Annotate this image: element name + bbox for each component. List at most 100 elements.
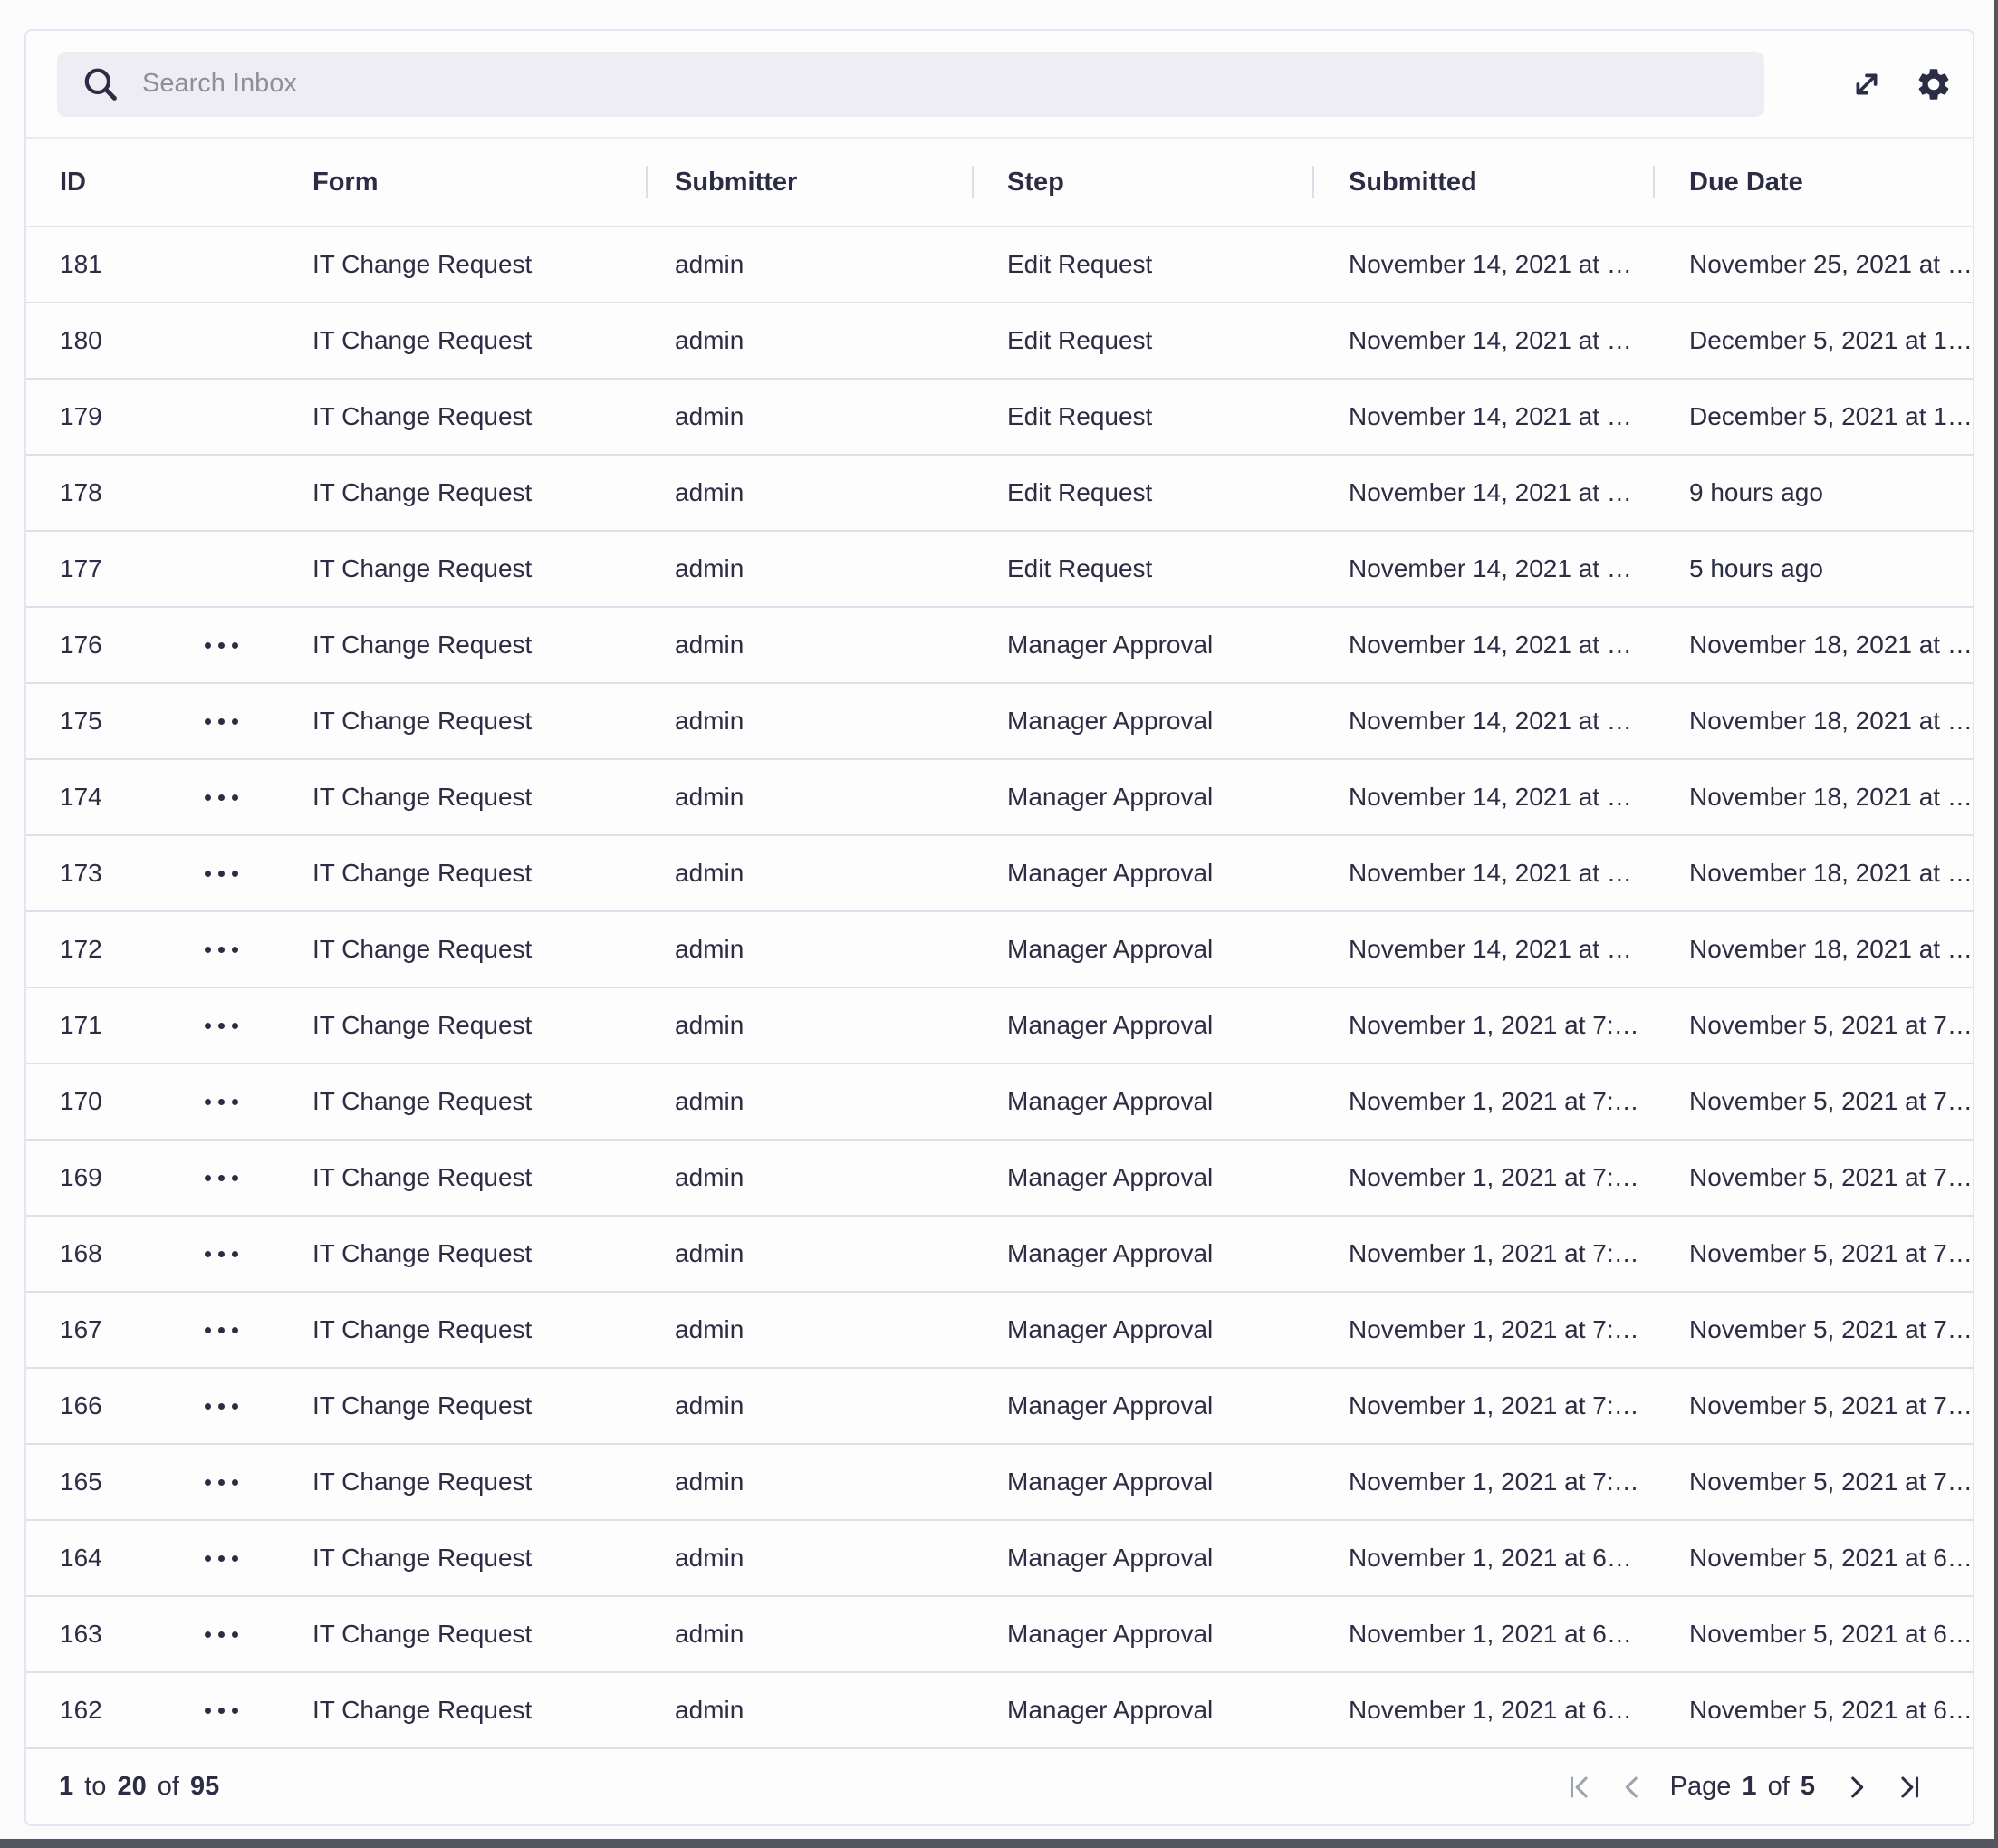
- ellipsis-icon: [231, 1478, 238, 1486]
- row-menu-button[interactable]: [197, 939, 245, 960]
- row-menu-button[interactable]: [197, 1244, 245, 1265]
- column-header-due-date[interactable]: Due Date: [1653, 139, 1973, 226]
- row-menu-button[interactable]: [197, 787, 245, 808]
- ellipsis-icon: [217, 1098, 225, 1105]
- cell-id: 180: [60, 326, 102, 354]
- table-row[interactable]: 173 IT Change Request admin Manager Appr…: [26, 836, 1973, 912]
- table-row[interactable]: 175 IT Change Request admin Manager Appr…: [26, 684, 1973, 760]
- cell-form: IT Change Request: [312, 478, 533, 506]
- cell-form: IT Change Request: [312, 1620, 533, 1648]
- ellipsis-icon: [204, 870, 211, 877]
- last-page-button[interactable]: [1888, 1766, 1931, 1809]
- row-menu-cell: [171, 912, 271, 987]
- search-input-wrapper[interactable]: [57, 51, 1764, 117]
- next-page-button[interactable]: [1835, 1766, 1878, 1809]
- settings-button[interactable]: [1907, 58, 1960, 111]
- column-header-submitted[interactable]: Submitted: [1312, 139, 1653, 226]
- table-row[interactable]: 166 IT Change Request admin Manager Appr…: [26, 1369, 1973, 1445]
- cell-form: IT Change Request: [312, 1163, 533, 1191]
- page-total: 5: [1800, 1772, 1815, 1801]
- ellipsis-icon: [204, 1250, 211, 1257]
- search-input[interactable]: [140, 68, 1741, 100]
- prev-page-button[interactable]: [1610, 1766, 1654, 1809]
- ellipsis-icon: [231, 641, 238, 649]
- ellipsis-icon: [231, 1326, 238, 1333]
- cell-submitted: November 14, 2021 at …: [1349, 935, 1632, 963]
- row-menu-button[interactable]: [197, 1015, 245, 1036]
- cell-due-date: December 5, 2021 at 1…: [1689, 402, 1973, 430]
- cell-form: IT Change Request: [312, 1544, 533, 1572]
- row-menu-button[interactable]: [197, 1624, 245, 1645]
- cell-submitter: admin: [675, 1239, 744, 1267]
- row-menu-button[interactable]: [197, 1092, 245, 1112]
- window-bottom-edge: [0, 1839, 1998, 1848]
- table-row[interactable]: 179 IT Change Request admin Edit Request…: [26, 380, 1973, 456]
- cell-step: Manager Approval: [1007, 1391, 1214, 1420]
- row-menu-button[interactable]: [197, 1396, 245, 1417]
- ellipsis-icon: [217, 1707, 225, 1714]
- table-row[interactable]: 163 IT Change Request admin Manager Appr…: [26, 1597, 1973, 1673]
- table-row[interactable]: 169 IT Change Request admin Manager Appr…: [26, 1141, 1973, 1217]
- cell-due-date: November 5, 2021 at 6…: [1689, 1620, 1973, 1648]
- cell-id: 168: [60, 1239, 102, 1267]
- row-menu-button[interactable]: [197, 1472, 245, 1493]
- column-header-id[interactable]: ID: [26, 139, 171, 226]
- row-menu-button[interactable]: [197, 863, 245, 884]
- row-menu-button[interactable]: [197, 711, 245, 732]
- cell-step: Manager Approval: [1007, 1087, 1214, 1115]
- row-menu-cell: [171, 836, 271, 910]
- first-page-button[interactable]: [1558, 1766, 1601, 1809]
- row-menu-cell: [171, 1673, 271, 1747]
- table-row[interactable]: 176 IT Change Request admin Manager Appr…: [26, 608, 1973, 684]
- row-menu-button[interactable]: [197, 1168, 245, 1189]
- table-row[interactable]: 181 IT Change Request admin Edit Request…: [26, 227, 1973, 303]
- cell-submitted: November 1, 2021 at 7:…: [1349, 1468, 1639, 1496]
- column-header-submitter[interactable]: Submitter: [646, 139, 972, 226]
- table-row[interactable]: 178 IT Change Request admin Edit Request…: [26, 456, 1973, 532]
- expand-button[interactable]: [1840, 58, 1893, 111]
- ellipsis-icon: [217, 1250, 225, 1257]
- table-row[interactable]: 164 IT Change Request admin Manager Appr…: [26, 1521, 1973, 1597]
- table-row[interactable]: 167 IT Change Request admin Manager Appr…: [26, 1293, 1973, 1369]
- cell-submitter: admin: [675, 1468, 744, 1496]
- cell-step: Manager Approval: [1007, 1315, 1214, 1343]
- cell-step: Edit Request: [1007, 250, 1153, 278]
- ellipsis-icon: [217, 1631, 225, 1638]
- row-menu-button[interactable]: [197, 1320, 245, 1341]
- cell-form: IT Change Request: [312, 783, 533, 811]
- table-row[interactable]: 180 IT Change Request admin Edit Request…: [26, 303, 1973, 380]
- cell-id: 163: [60, 1620, 102, 1648]
- cell-step: Edit Request: [1007, 554, 1153, 582]
- row-menu-cell: [171, 532, 271, 606]
- column-header-form[interactable]: Form: [271, 139, 646, 226]
- table-row[interactable]: 174 IT Change Request admin Manager Appr…: [26, 760, 1973, 836]
- row-menu-cell: [171, 760, 271, 834]
- table-row[interactable]: 168 IT Change Request admin Manager Appr…: [26, 1217, 1973, 1293]
- row-menu-button[interactable]: [197, 1548, 245, 1569]
- row-menu-cell: [171, 1293, 271, 1367]
- table-row[interactable]: 171 IT Change Request admin Manager Appr…: [26, 988, 1973, 1064]
- table-row[interactable]: 162 IT Change Request admin Manager Appr…: [26, 1673, 1973, 1749]
- cell-step: Manager Approval: [1007, 1620, 1214, 1648]
- ellipsis-icon: [204, 1022, 211, 1029]
- cell-form: IT Change Request: [312, 554, 533, 582]
- table-row[interactable]: 170 IT Change Request admin Manager Appr…: [26, 1064, 1973, 1141]
- page-label: Page: [1669, 1772, 1732, 1801]
- row-menu-button[interactable]: [197, 1700, 245, 1721]
- table-row[interactable]: 165 IT Change Request admin Manager Appr…: [26, 1445, 1973, 1521]
- inbox-panel: ID Form Submitter Step Submitted Due Dat…: [24, 29, 1974, 1826]
- cell-due-date: November 5, 2021 at 7…: [1689, 1087, 1973, 1115]
- cell-form: IT Change Request: [312, 1468, 533, 1496]
- ellipsis-icon: [204, 1402, 211, 1410]
- row-menu-button[interactable]: [197, 635, 245, 656]
- bar-chevron-left-icon: [1570, 1776, 1588, 1797]
- table-row[interactable]: 172 IT Change Request admin Manager Appr…: [26, 912, 1973, 988]
- cell-submitted: November 1, 2021 at 6…: [1349, 1544, 1632, 1572]
- cell-submitted: November 1, 2021 at 7:…: [1349, 1239, 1639, 1267]
- expand-icon: [1856, 73, 1878, 94]
- cell-submitted: November 14, 2021 at …: [1349, 630, 1632, 659]
- cell-submitted: November 14, 2021 at …: [1349, 326, 1632, 354]
- cell-submitter: admin: [675, 859, 744, 887]
- table-row[interactable]: 177 IT Change Request admin Edit Request…: [26, 532, 1973, 608]
- column-header-step[interactable]: Step: [972, 139, 1312, 226]
